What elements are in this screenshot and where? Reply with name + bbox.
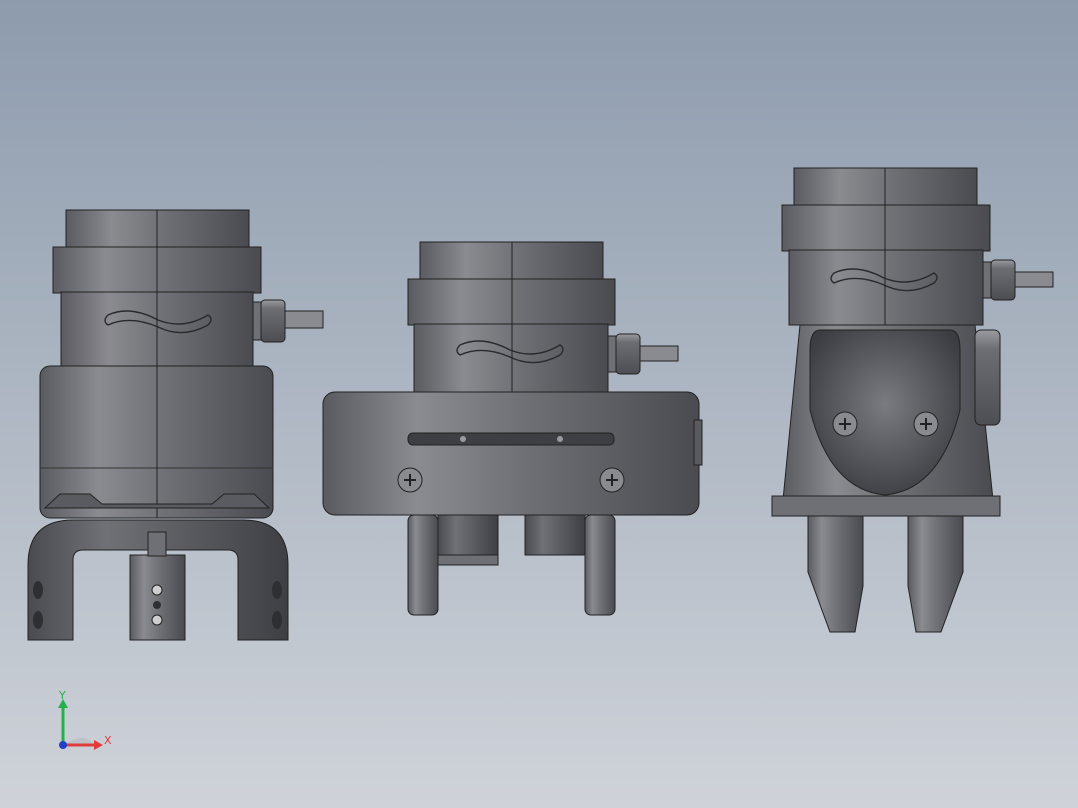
gripper-view-left[interactable] <box>27 209 324 641</box>
gripper-view-right[interactable] <box>771 167 1054 633</box>
air-fitting-center <box>607 333 679 375</box>
screw-icon <box>397 467 423 493</box>
screw-icon <box>913 411 939 437</box>
upper-ring <box>781 204 991 252</box>
finger-left <box>807 515 864 633</box>
gripper-view-center[interactable] <box>322 241 703 616</box>
screw-icon <box>832 411 858 437</box>
finger-right <box>907 515 964 633</box>
y-axis-label: Y <box>58 689 66 702</box>
model-canvas[interactable]: Y X <box>0 0 1078 808</box>
center-slider <box>129 554 186 641</box>
middle-ring <box>788 249 984 326</box>
middle-ring <box>413 323 609 397</box>
cad-viewport[interactable]: Y X <box>0 0 1078 808</box>
x-axis-label: X <box>104 734 112 747</box>
finger-right <box>584 514 616 616</box>
guide-rail <box>407 432 615 446</box>
screw-icon <box>599 467 625 493</box>
air-fitting-left <box>252 299 324 343</box>
body-box <box>322 391 700 516</box>
base-plate <box>771 495 1001 517</box>
axis-triad: Y X <box>58 689 112 750</box>
z-axis-icon <box>59 741 67 749</box>
air-fitting-right <box>982 259 1054 301</box>
